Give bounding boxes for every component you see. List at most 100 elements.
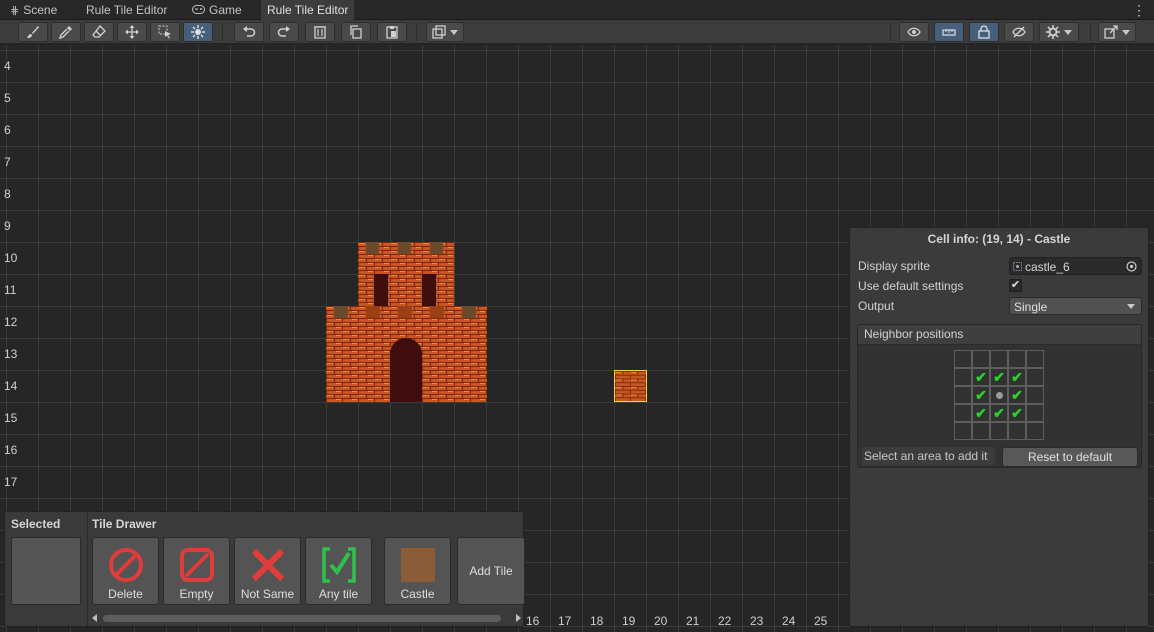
delete-icon xyxy=(314,26,326,39)
eraser-icon xyxy=(92,25,106,38)
column-label: 22 xyxy=(718,614,732,628)
tile-delete-button[interactable]: Delete xyxy=(92,537,159,605)
object-picker-icon[interactable] xyxy=(1126,261,1137,272)
neighbor-positions-title: Neighbor positions xyxy=(858,325,1141,345)
chevron-down-icon xyxy=(1064,29,1072,35)
panel-title: Cell info: (19, 14) - Castle xyxy=(927,232,1071,246)
neighbor-cell[interactable] xyxy=(972,422,990,440)
add-tile-button[interactable]: Add Tile xyxy=(457,537,525,605)
scroll-left-icon[interactable] xyxy=(92,614,97,622)
delete-circle-icon xyxy=(109,548,143,582)
neighbor-grid[interactable]: ✔ ✔ ✔ ✔ ✔ ✔ ✔ ✔ xyxy=(954,350,1045,441)
neighbor-cell[interactable] xyxy=(954,350,972,368)
use-default-settings-checkbox[interactable]: ✔ xyxy=(1009,279,1022,292)
empty-square-icon xyxy=(180,548,214,582)
scrollbar-thumb[interactable] xyxy=(103,615,501,622)
gizmo-icon xyxy=(432,25,446,39)
tile-empty-button[interactable]: Empty xyxy=(163,537,230,605)
tile-label: Empty xyxy=(179,587,214,601)
brush-tool-button[interactable] xyxy=(18,22,48,42)
neighbor-cell[interactable] xyxy=(954,368,972,386)
undo-icon xyxy=(243,26,256,37)
column-label: 18 xyxy=(590,614,604,628)
castle-swatch-icon xyxy=(401,548,435,582)
lock-toggle-button[interactable] xyxy=(969,22,999,42)
tab-scene[interactable]: ⋕ Scene xyxy=(4,0,63,20)
row-label: 7 xyxy=(4,155,11,169)
neighbor-cell[interactable] xyxy=(1026,386,1044,404)
ruler-toggle-button[interactable] xyxy=(934,22,964,42)
use-default-settings-label: Use default settings xyxy=(858,279,964,293)
scroll-right-icon[interactable] xyxy=(516,614,521,622)
row-label: 4 xyxy=(4,59,11,73)
neighbor-cell[interactable] xyxy=(1026,368,1044,386)
row-label: 12 xyxy=(4,315,18,329)
green-check-icon: ✔ xyxy=(975,405,987,421)
row-label: 5 xyxy=(4,91,11,105)
tile-castle-button[interactable]: Castle xyxy=(384,537,451,605)
tab-rule-tile-editor-1[interactable]: Rule Tile Editor xyxy=(80,0,173,20)
drawer-scrollbar[interactable] xyxy=(89,612,523,624)
eraser-tool-button[interactable] xyxy=(84,22,114,42)
row-label: 17 xyxy=(4,475,18,489)
tab-game[interactable]: Game xyxy=(186,0,248,20)
tile-label: Not Same xyxy=(240,587,295,601)
display-sprite-value: castle_6 xyxy=(1025,260,1070,274)
undo-button[interactable] xyxy=(234,22,264,42)
selected-tile-preview xyxy=(11,537,81,605)
drawer-divider xyxy=(87,512,88,626)
tile-not-same-button[interactable]: Not Same xyxy=(234,537,301,605)
chevron-down-icon xyxy=(1127,304,1135,309)
neighbor-cell[interactable] xyxy=(1026,422,1044,440)
paste-button[interactable] xyxy=(377,22,407,42)
neighbor-cell[interactable] xyxy=(990,350,1008,368)
neighbor-cell[interactable] xyxy=(954,386,972,404)
eyedropper-icon xyxy=(59,26,72,39)
neighbor-cell[interactable] xyxy=(954,404,972,422)
gizmo-dropdown-button[interactable] xyxy=(426,22,464,42)
visibility-icon xyxy=(907,27,921,37)
hide-toggle-button[interactable] xyxy=(1004,22,1034,42)
green-check-icon: ✔ xyxy=(1011,387,1023,403)
copy-button[interactable] xyxy=(341,22,371,42)
chevron-down-icon xyxy=(450,29,458,35)
reset-to-default-button[interactable]: Reset to default xyxy=(1002,447,1138,467)
display-sprite-label: Display sprite xyxy=(858,259,931,273)
rule-tile-tool-button[interactable] xyxy=(183,22,213,42)
column-label: 23 xyxy=(750,614,764,628)
export-dropdown-button[interactable] xyxy=(1098,22,1136,42)
neighbor-cell[interactable] xyxy=(1008,422,1026,440)
lock-icon xyxy=(978,25,990,39)
neighbor-cell[interactable] xyxy=(1026,350,1044,368)
display-sprite-field[interactable]: castle_6 xyxy=(1009,257,1142,275)
column-label: 25 xyxy=(814,614,828,628)
output-dropdown[interactable]: Single xyxy=(1009,297,1142,315)
row-label: 6 xyxy=(4,123,11,137)
neighbor-cell[interactable] xyxy=(972,350,990,368)
row-label: 8 xyxy=(4,187,11,201)
tile-label: Delete xyxy=(108,587,143,601)
more-options-icon[interactable]: ⋮ xyxy=(1132,0,1146,20)
neighbor-cell[interactable] xyxy=(1026,404,1044,422)
redo-icon xyxy=(277,26,290,37)
delete-button[interactable] xyxy=(305,22,335,42)
select-tool-button[interactable] xyxy=(150,22,180,42)
output-label: Output xyxy=(858,299,895,313)
eyedropper-tool-button[interactable] xyxy=(51,22,81,42)
paste-icon xyxy=(386,26,398,39)
redo-button[interactable] xyxy=(269,22,299,42)
castle-sprite[interactable] xyxy=(326,242,487,402)
red-x-icon xyxy=(251,548,285,582)
neighbor-cell[interactable] xyxy=(954,422,972,440)
settings-dropdown-button[interactable] xyxy=(1039,22,1079,42)
neighbor-cell[interactable] xyxy=(990,422,1008,440)
move-tool-button[interactable] xyxy=(117,22,147,42)
tile-any-tile-button[interactable]: Any tile xyxy=(305,537,372,605)
toolbar-separator xyxy=(890,23,891,41)
rule-tile-editor-window: ⋕ Scene Rule Tile Editor Game Rule Tile E… xyxy=(0,0,1154,632)
tile-label: Any tile xyxy=(318,587,359,601)
tab-rule-tile-editor-2[interactable]: Rule Tile Editor xyxy=(261,0,355,20)
neighbor-cell[interactable] xyxy=(1008,350,1026,368)
visibility-toggle-button[interactable] xyxy=(899,22,929,42)
selected-tile-castle[interactable] xyxy=(614,370,647,402)
